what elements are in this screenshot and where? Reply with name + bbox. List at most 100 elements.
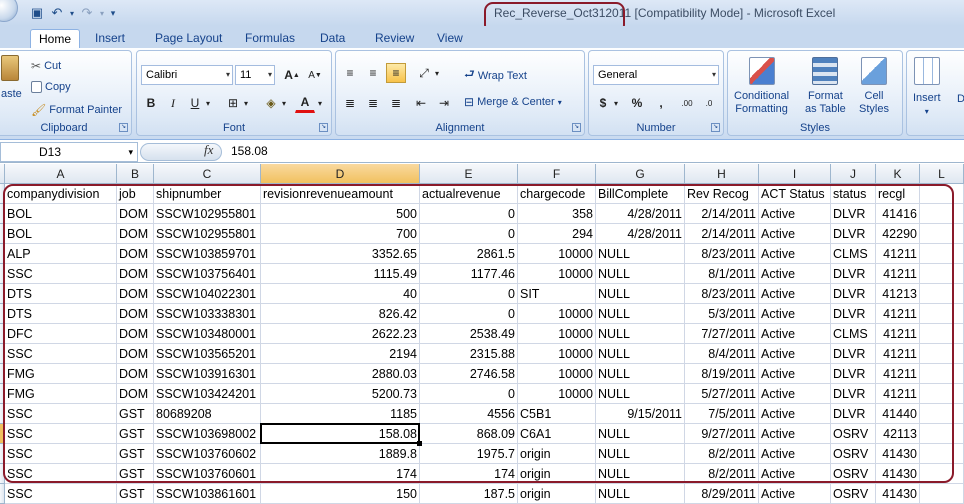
tab-data[interactable]: Data (320, 29, 345, 48)
table-cell[interactable]: SSCW104022301 (154, 284, 261, 304)
table-cell[interactable]: origin (518, 464, 596, 484)
table-cell[interactable]: SSCW103338301 (154, 304, 261, 324)
percent-button[interactable]: % (627, 93, 647, 113)
table-cell[interactable]: GST (117, 404, 154, 424)
table-cell[interactable]: NULL (596, 364, 685, 384)
currency-button[interactable]: $ (593, 93, 613, 113)
table-cell[interactable]: Active (759, 404, 831, 424)
table-cell[interactable]: Active (759, 344, 831, 364)
table-cell[interactable]: 4556 (420, 404, 518, 424)
redo-icon[interactable]: ↷ (78, 4, 96, 22)
table-cell[interactable]: 8/19/2011 (685, 364, 759, 384)
header-cell[interactable] (920, 184, 964, 204)
table-cell[interactable]: SSC (5, 484, 117, 504)
table-cell[interactable]: 41211 (876, 304, 920, 324)
align-right-button[interactable]: ≣ (386, 93, 406, 113)
table-cell[interactable] (920, 484, 964, 504)
table-cell[interactable]: 10000 (518, 344, 596, 364)
paste-button[interactable]: aste (1, 55, 22, 100)
table-cell[interactable]: DOM (117, 364, 154, 384)
number-launcher-icon[interactable]: ↘ (711, 123, 720, 132)
align-middle-button[interactable]: ≡ (363, 63, 383, 83)
table-cell[interactable]: DLVR (831, 224, 876, 244)
table-cell[interactable]: 4/28/2011 (596, 224, 685, 244)
table-cell[interactable]: SSCW102955801 (154, 204, 261, 224)
table-cell[interactable]: Active (759, 444, 831, 464)
undo-dropdown-icon[interactable]: ▾ (68, 4, 76, 22)
table-cell[interactable]: DLVR (831, 264, 876, 284)
table-cell[interactable]: 1185 (261, 404, 420, 424)
redo-dropdown-icon[interactable]: ▾ (98, 4, 106, 22)
table-cell[interactable]: SSC (5, 344, 117, 364)
table-cell[interactable]: OSRV (831, 464, 876, 484)
table-cell[interactable]: 2880.03 (261, 364, 420, 384)
header-cell[interactable]: Rev Recog (685, 184, 759, 204)
table-cell[interactable]: 10000 (518, 384, 596, 404)
table-cell[interactable]: Active (759, 384, 831, 404)
header-cell[interactable]: actualrevenue (420, 184, 518, 204)
table-cell[interactable]: 41211 (876, 324, 920, 344)
table-cell[interactable]: 150 (261, 484, 420, 504)
table-cell[interactable]: DLVR (831, 384, 876, 404)
table-cell[interactable]: 5/3/2011 (685, 304, 759, 324)
table-cell[interactable]: Active (759, 264, 831, 284)
column-header-b[interactable]: B (117, 164, 154, 184)
table-cell[interactable]: OSRV (831, 484, 876, 504)
font-name-select[interactable]: Calibri ▾ (141, 65, 233, 85)
table-cell[interactable]: 10000 (518, 304, 596, 324)
currency-dropdown[interactable]: ▾ (611, 93, 621, 113)
table-cell[interactable]: Active (759, 284, 831, 304)
font-size-select[interactable]: 11 ▾ (235, 65, 275, 85)
table-cell[interactable]: DOM (117, 224, 154, 244)
select-all-corner[interactable] (0, 164, 5, 184)
conditional-formatting-button[interactable]: Conditional Formatting (734, 57, 789, 115)
table-cell[interactable]: CLMS (831, 324, 876, 344)
table-cell[interactable]: 10000 (518, 324, 596, 344)
number-format-select[interactable]: General ▾ (593, 65, 719, 85)
table-cell[interactable]: 2315.88 (420, 344, 518, 364)
table-cell[interactable]: DOM (117, 304, 154, 324)
table-cell[interactable]: SSC (5, 264, 117, 284)
column-header-k[interactable]: K (876, 164, 920, 184)
table-cell[interactable]: 0 (420, 224, 518, 244)
office-button[interactable] (0, 0, 18, 22)
table-cell[interactable]: ALP (5, 244, 117, 264)
name-box[interactable]: D13 ▾ (0, 142, 138, 162)
table-cell[interactable]: NULL (596, 344, 685, 364)
table-cell[interactable]: 0 (420, 304, 518, 324)
table-cell[interactable]: DLVR (831, 344, 876, 364)
grow-font-button[interactable]: A ▲ (282, 65, 302, 85)
table-cell[interactable]: 2622.23 (261, 324, 420, 344)
table-cell[interactable] (920, 344, 964, 364)
table-cell[interactable]: SSC (5, 404, 117, 424)
table-cell[interactable]: 0 (420, 284, 518, 304)
table-cell[interactable]: 41213 (876, 284, 920, 304)
comma-button[interactable]: , (651, 93, 671, 113)
worksheet-grid[interactable]: A B C D E F G H I J K Lcompanydivision job shipnumber… (0, 164, 964, 504)
font-color-dropdown[interactable]: ▾ (315, 93, 325, 113)
merge-center-button[interactable]: ⊟ Merge & Center ▾ (464, 95, 562, 109)
increase-indent-button[interactable]: ⇥ (434, 93, 454, 113)
table-cell[interactable]: 2/14/2011 (685, 224, 759, 244)
table-cell[interactable] (920, 264, 964, 284)
table-cell[interactable] (920, 364, 964, 384)
table-cell[interactable]: 2861.5 (420, 244, 518, 264)
orientation-dropdown[interactable]: ▾ (432, 63, 442, 83)
table-cell[interactable]: SSCW103480001 (154, 324, 261, 344)
customize-toolbar-icon[interactable]: ▾ (108, 4, 118, 22)
table-cell[interactable]: NULL (596, 284, 685, 304)
table-cell[interactable] (920, 324, 964, 344)
column-header-j[interactable]: J (831, 164, 876, 184)
underline-button[interactable]: U (185, 93, 205, 113)
insert-cells-button[interactable]: Insert ▾ (913, 57, 941, 116)
table-cell[interactable]: Active (759, 424, 831, 444)
alignment-launcher-icon[interactable]: ↘ (572, 123, 581, 132)
table-cell[interactable] (920, 384, 964, 404)
table-cell[interactable]: 2194 (261, 344, 420, 364)
table-cell[interactable]: DLVR (831, 364, 876, 384)
table-cell[interactable]: Active (759, 484, 831, 504)
table-cell[interactable]: NULL (596, 384, 685, 404)
table-cell[interactable]: 5200.73 (261, 384, 420, 404)
table-cell[interactable]: 8/29/2011 (685, 484, 759, 504)
table-cell[interactable] (920, 304, 964, 324)
